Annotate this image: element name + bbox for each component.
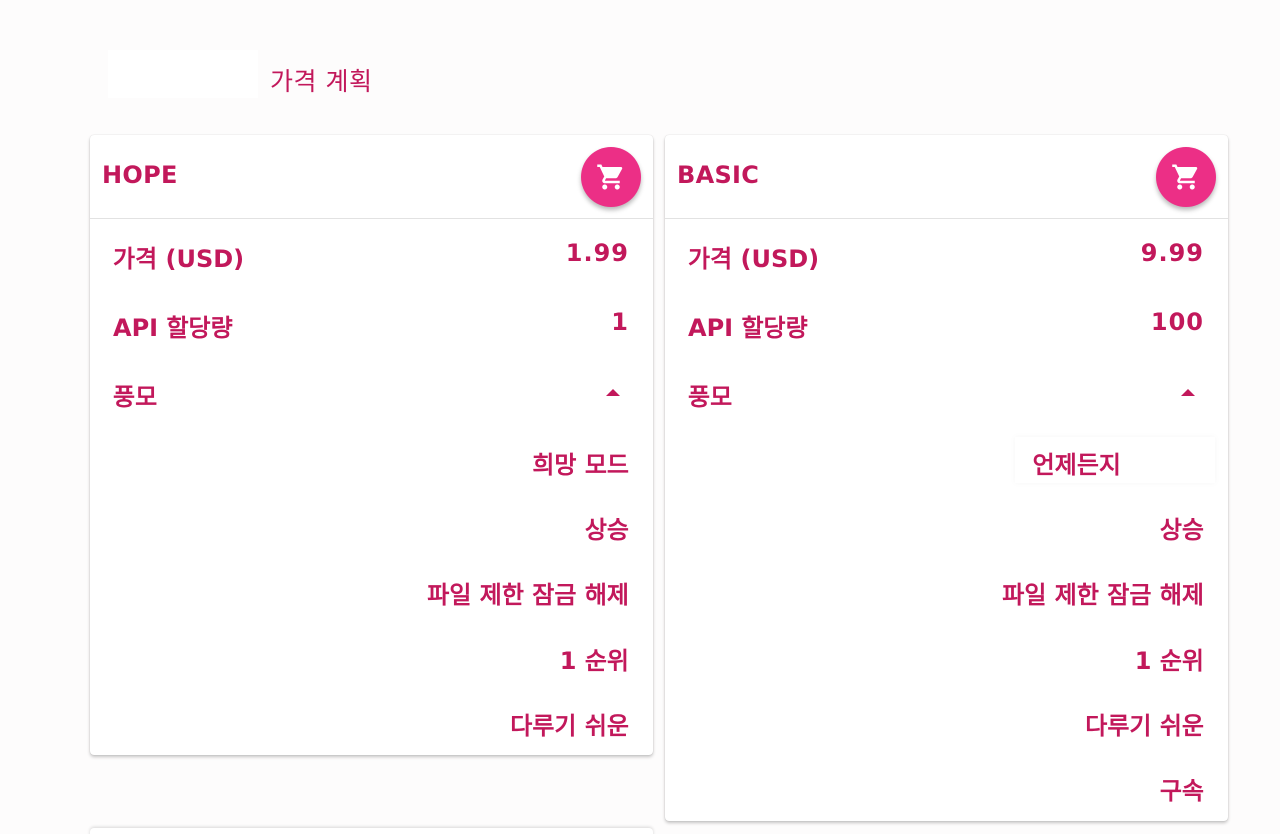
add-to-cart-button[interactable] xyxy=(581,147,641,207)
plan-card-header: BASIC xyxy=(665,135,1228,219)
price-row: 가격 (USD) 9.99 xyxy=(688,237,1205,273)
caret-up-icon[interactable] xyxy=(606,389,620,396)
feature-item: 희망 모드 xyxy=(532,451,629,479)
feature-item: 1 순위 xyxy=(559,647,629,675)
plan-card-hope: HOPE 가격 (USD) 1.99 API 할당량 1 풍모 희망 모드 상승… xyxy=(90,135,653,755)
next-plan-card xyxy=(90,828,653,834)
quota-label: API 할당량 xyxy=(688,314,808,342)
price-value: 9.99 xyxy=(1140,239,1204,267)
price-label: 가격 (USD) xyxy=(688,245,820,273)
price-row: 가격 (USD) 1.99 xyxy=(113,237,630,273)
logo xyxy=(108,50,258,98)
features-toggle-row[interactable]: 풍모 xyxy=(113,375,630,411)
feature-item: 구속 xyxy=(1159,777,1204,805)
feature-item: 파일 제한 잠금 해제 xyxy=(1002,581,1204,609)
feature-item: 상승 xyxy=(1159,516,1204,544)
plan-card-basic: BASIC 가격 (USD) 9.99 API 할당량 100 풍모 언제든지 … xyxy=(665,135,1228,821)
add-to-cart-button[interactable] xyxy=(1156,147,1216,207)
feature-item: 다루기 쉬운 xyxy=(510,712,629,740)
features-label: 풍모 xyxy=(688,383,733,411)
quota-value: 1 xyxy=(611,308,629,336)
feature-item: 언제든지 xyxy=(1032,451,1121,479)
features-toggle-row[interactable]: 풍모 xyxy=(688,375,1205,411)
page-title: 가격 계획 xyxy=(270,67,373,96)
quota-label: API 할당량 xyxy=(113,314,233,342)
features-label: 풍모 xyxy=(113,383,158,411)
price-label: 가격 (USD) xyxy=(113,245,245,273)
quota-row: API 할당량 100 xyxy=(688,306,1205,342)
quota-row: API 할당량 1 xyxy=(113,306,630,342)
shopping-cart-icon xyxy=(1172,164,1198,190)
feature-item: 1 순위 xyxy=(1134,647,1204,675)
feature-item: 상승 xyxy=(584,516,629,544)
feature-item: 다루기 쉬운 xyxy=(1085,712,1204,740)
plan-card-header: HOPE xyxy=(90,135,653,219)
shopping-cart-icon xyxy=(597,164,623,190)
feature-item: 파일 제한 잠금 해제 xyxy=(427,581,629,609)
caret-up-icon[interactable] xyxy=(1181,389,1195,396)
plan-name: HOPE xyxy=(102,161,178,189)
plan-name: BASIC xyxy=(677,161,760,189)
price-value: 1.99 xyxy=(565,239,629,267)
pricing-page: 가격 계획 HOPE 가격 (USD) 1.99 API 할당량 1 풍모 희망… xyxy=(0,0,1280,834)
quota-value: 100 xyxy=(1150,308,1204,336)
